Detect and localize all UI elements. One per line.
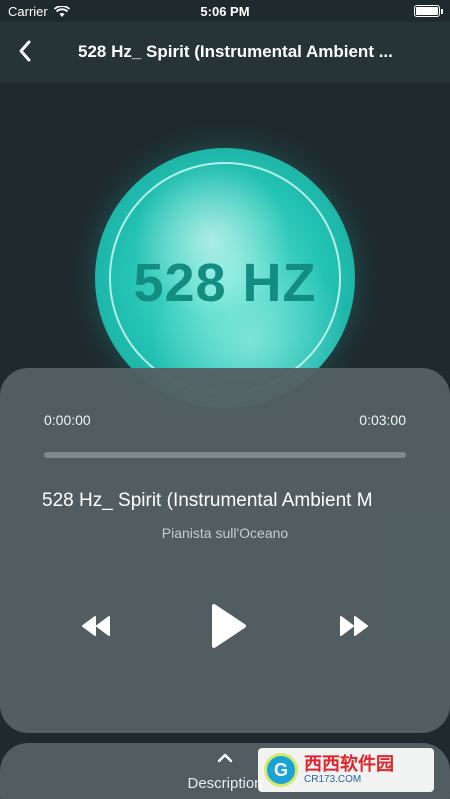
fast-forward-icon: [340, 616, 368, 636]
chevron-up-icon[interactable]: [216, 751, 234, 765]
nav-bar: 528 Hz_ Spirit (Instrumental Ambient ...: [0, 22, 450, 82]
progress-slider[interactable]: [44, 452, 406, 458]
player-panel: 0:00:00 0:03:00 528 Hz_ Spirit (Instrume…: [0, 368, 450, 733]
status-time: 5:06 PM: [200, 4, 250, 19]
back-button[interactable]: [10, 36, 40, 66]
rewind-icon: [82, 616, 110, 636]
track-title: 528 Hz_ Spirit (Instrumental Ambient M: [42, 490, 373, 511]
play-icon: [212, 604, 246, 648]
total-time: 0:03:00: [359, 412, 406, 428]
playback-controls: [0, 600, 450, 652]
current-time: 0:00:00: [44, 412, 91, 428]
watermark-main: 西西软件园: [304, 754, 394, 774]
chevron-left-icon: [19, 40, 31, 62]
status-bar: Carrier 5:06 PM: [0, 0, 450, 22]
battery-icon: [414, 5, 443, 17]
watermark-logo: G 西西软件园 CR173.COM: [258, 748, 434, 792]
watermark-sub: CR173.COM: [304, 774, 362, 785]
fast-forward-button[interactable]: [332, 608, 376, 644]
watermark-text: 西西软件园 CR173.COM: [304, 754, 394, 786]
nav-title: 528 Hz_ Spirit (Instrumental Ambient ...: [78, 42, 393, 61]
watermark-logo-icon: G: [264, 753, 298, 787]
rewind-button[interactable]: [74, 608, 118, 644]
artwork-text: 528 HZ: [133, 253, 317, 313]
track-artist: Pianista sull'Oceano: [161, 525, 289, 541]
play-button[interactable]: [204, 600, 252, 652]
player-screen: Carrier 5:06 PM 528 Hz_ Spirit (Instrume…: [0, 0, 450, 799]
